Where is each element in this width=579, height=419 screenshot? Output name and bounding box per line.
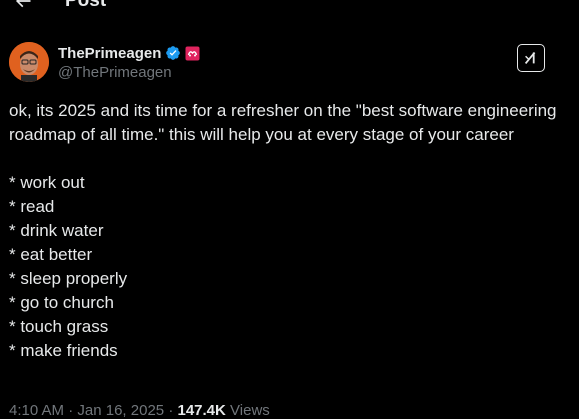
post-time[interactable]: 4:10 AM [9, 402, 64, 419]
author-handle[interactable]: @ThePrimeagen [58, 64, 172, 81]
list-item: * touch grass [9, 317, 109, 336]
list-item: * eat better [9, 245, 93, 264]
post-meta: 4:10 AM · Jan 16, 2025 · 147.4K Views [9, 402, 270, 419]
meta-separator: · [68, 402, 74, 419]
list-item: * drink water [9, 221, 104, 240]
back-arrow-icon[interactable] [10, 0, 36, 14]
verified-badge-icon[interactable] [165, 45, 181, 61]
list-item: * read [9, 197, 55, 216]
author-name-row: ThePrimeagen [58, 44, 200, 62]
list-item: * sleep properly [9, 269, 128, 288]
post-list: * work out * read * drink water * eat be… [9, 171, 575, 363]
list-item: * make friends [9, 341, 118, 360]
meta-separator: · [168, 402, 174, 419]
post-date[interactable]: Jan 16, 2025 [77, 402, 164, 419]
views-count: 147.4K [177, 402, 226, 419]
list-item: * go to church [9, 293, 114, 312]
page-title: Post [65, 0, 107, 11]
post-text: ok, its 2025 and its time for a refreshe… [9, 99, 575, 363]
views-label: Views [230, 402, 270, 419]
avatar[interactable] [9, 42, 49, 82]
grok-icon[interactable] [517, 44, 545, 72]
list-item: * work out [9, 173, 85, 192]
author-display-name[interactable]: ThePrimeagen [58, 45, 161, 62]
post-intro: ok, its 2025 and its time for a refreshe… [9, 101, 557, 144]
affiliate-badge-icon[interactable] [185, 46, 200, 61]
top-bar: Post [0, 0, 579, 18]
